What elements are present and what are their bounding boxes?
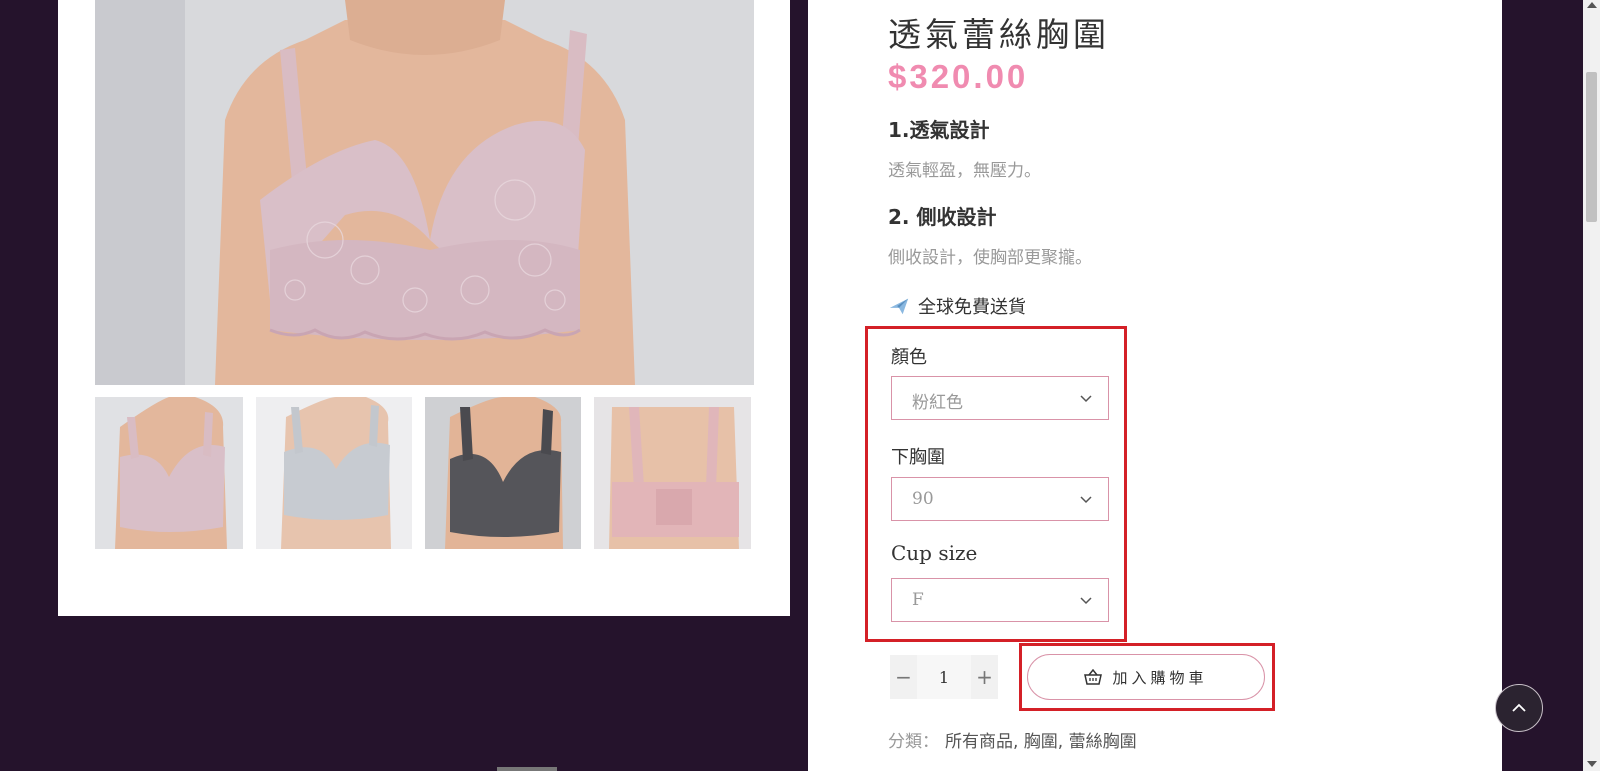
add-to-cart-highlight: 加入購物車	[1019, 643, 1275, 711]
quantity-value[interactable]: 1	[917, 655, 971, 699]
feature-1-desc: 透氣輕盈，無壓力。	[888, 161, 1041, 181]
category-row: 分類： 所有商品, 胸圍, 蕾絲胸圍	[888, 727, 1137, 752]
product-title: 透氣蕾絲胸圍	[888, 15, 1110, 54]
thumbnail-pink-back[interactable]	[594, 397, 751, 549]
chevron-down-icon	[1080, 597, 1092, 605]
vertical-scrollbar[interactable]	[1583, 0, 1600, 771]
product-detail: 透氣蕾絲胸圍 $320.00 1.透氣設計 透氣輕盈，無壓力。 2. 側收設計 …	[808, 0, 1502, 771]
category-label: 分類：	[888, 732, 939, 752]
cup-size-label: Cup size	[891, 541, 978, 565]
color-select[interactable]: 粉紅色	[891, 376, 1109, 420]
airplane-icon	[889, 298, 909, 315]
back-to-top-button[interactable]	[1495, 684, 1543, 732]
shipping-note: 全球免費送貨	[888, 293, 1026, 319]
feature-2-title: 2. 側收設計	[888, 205, 997, 229]
product-price: $320.00	[888, 58, 1029, 95]
variant-options-highlight: 顏色 粉紅色 下胸圍 90 Cup size F	[865, 326, 1127, 642]
quantity-stepper: − 1 +	[890, 655, 998, 699]
scrollbar-thumb[interactable]	[1586, 72, 1597, 222]
color-label: 顏色	[891, 347, 927, 368]
cup-size-select[interactable]: F	[891, 578, 1109, 622]
thumbnail-strip	[95, 397, 754, 549]
scroll-up-arrow-icon[interactable]	[1587, 2, 1597, 8]
main-product-image[interactable]	[95, 0, 754, 385]
quantity-decrease-button[interactable]: −	[890, 655, 917, 699]
product-gallery	[58, 0, 790, 616]
color-select-value: 粉紅色	[912, 393, 963, 413]
thumbnail-grey-front[interactable]	[256, 397, 412, 549]
chevron-up-icon	[1512, 703, 1526, 712]
cup-size-select-value: F	[912, 590, 924, 610]
category-links[interactable]: 所有商品, 胸圍, 蕾絲胸圍	[945, 727, 1137, 752]
band-size-label: 下胸圍	[891, 447, 945, 468]
shipping-text: 全球免費送貨	[918, 297, 1026, 318]
add-to-cart-button[interactable]: 加入購物車	[1027, 654, 1265, 700]
quantity-increase-button[interactable]: +	[971, 655, 998, 699]
feature-2-desc: 側收設計，使胸部更聚攏。	[888, 248, 1092, 268]
band-size-select[interactable]: 90	[891, 477, 1109, 521]
thumbnail-black-front[interactable]	[425, 397, 581, 549]
scroll-down-arrow-icon[interactable]	[1587, 761, 1597, 767]
thumbnail-pink-front[interactable]	[95, 397, 243, 549]
basket-icon	[1084, 669, 1103, 685]
feature-1-title: 1.透氣設計	[888, 118, 990, 142]
add-to-cart-label: 加入購物車	[1112, 668, 1208, 687]
band-size-select-value: 90	[912, 489, 934, 509]
horizontal-scroll-indicator	[497, 767, 557, 771]
chevron-down-icon	[1080, 496, 1092, 504]
chevron-down-icon	[1080, 395, 1092, 403]
